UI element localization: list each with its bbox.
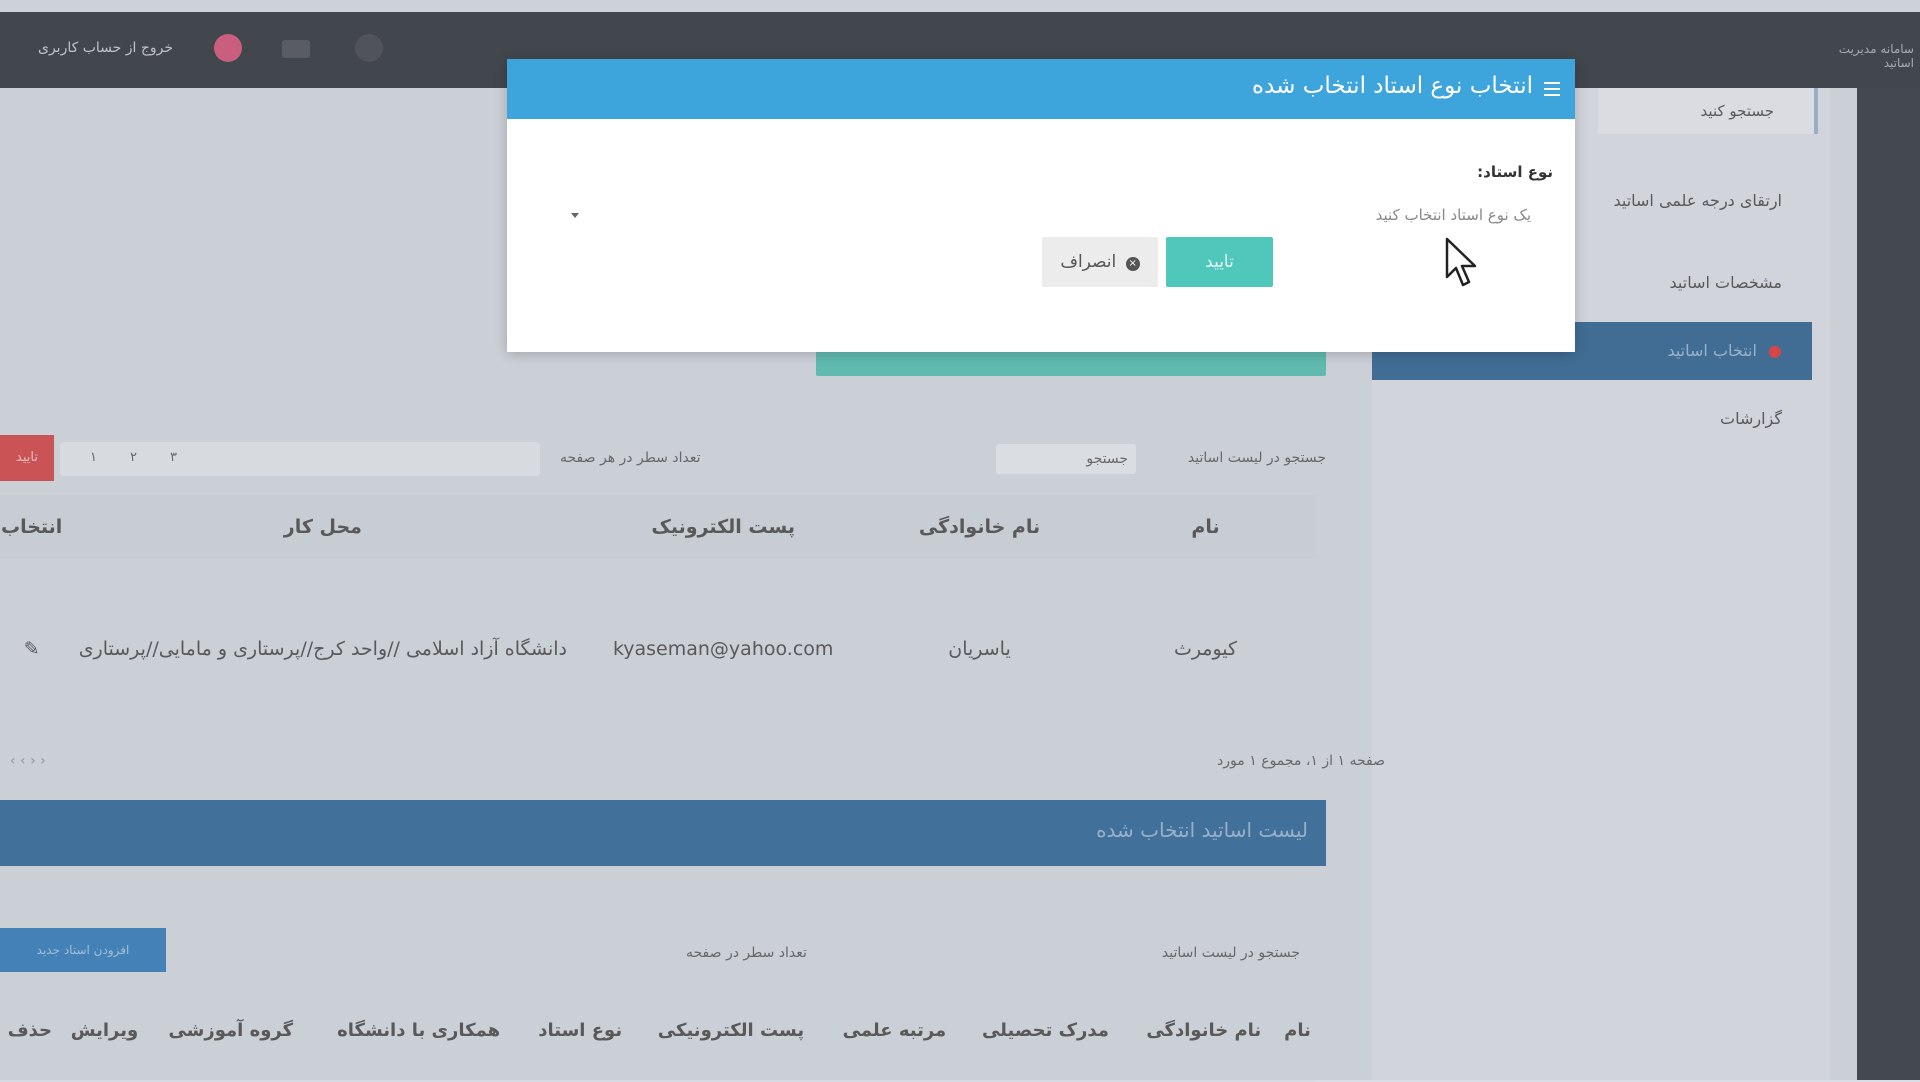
select-type-modal: انتخاب نوع استاد انتخاب شده نوع استاد: ی… [507,59,1575,352]
modal-title: انتخاب نوع استاد انتخاب شده [1252,73,1533,99]
list-icon [1544,82,1560,96]
modal-header: انتخاب نوع استاد انتخاب شده [507,59,1575,119]
select-placeholder: یک نوع استاد انتخاب کنید [1375,206,1531,224]
mouse-cursor-icon [1445,237,1477,287]
confirm-button[interactable]: تایید [1166,237,1273,287]
modal-body: نوع استاد: یک نوع استاد انتخاب کنید تایی… [507,119,1575,352]
cancel-label: انصراف [1060,252,1117,272]
close-icon: × [1125,257,1140,271]
chevron-down-icon [571,213,579,218]
type-field-label: نوع استاد: [1477,163,1553,181]
professor-type-select[interactable]: یک نوع استاد انتخاب کنید [571,199,1531,231]
cancel-button[interactable]: × انصراف [1042,237,1158,287]
